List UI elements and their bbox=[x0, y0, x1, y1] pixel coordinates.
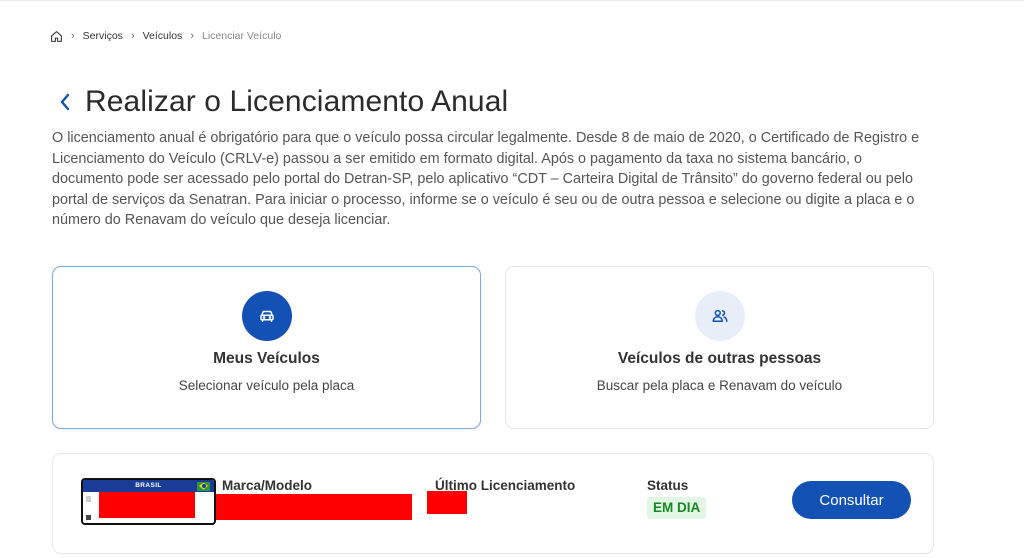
breadcrumb-separator-icon: › bbox=[190, 30, 194, 42]
redacted-plate-number bbox=[99, 492, 195, 518]
users-icon bbox=[694, 291, 745, 341]
breadcrumb-separator-icon: › bbox=[71, 30, 75, 42]
intro-text: O licenciamento anual é obrigatório para… bbox=[52, 130, 920, 228]
consult-button[interactable]: Consultar bbox=[792, 481, 911, 519]
page-title: Realizar o Licenciamento Anual bbox=[85, 85, 509, 118]
option-title: Meus Veículos bbox=[213, 350, 320, 367]
breadcrumb-separator-icon: › bbox=[130, 30, 135, 42]
redacted-model bbox=[216, 494, 412, 520]
status-badge: EM DIA bbox=[647, 497, 707, 519]
option-subtitle: Buscar pela placa e Renavam do veículo bbox=[596, 378, 843, 393]
status-label: Status bbox=[647, 478, 689, 493]
brazil-flag-icon bbox=[197, 481, 210, 491]
plate-header: BRASIL bbox=[83, 480, 214, 492]
plate-country: BRASIL bbox=[135, 482, 162, 489]
option-subtitle: Selecionar veículo pela placa bbox=[178, 378, 355, 393]
option-card-other-vehicles[interactable]: Veículos de outras pessoas Buscar pela p… bbox=[505, 266, 934, 429]
vehicle-row: BRASIL Marca/Modelo Último Licenciamento… bbox=[52, 453, 934, 554]
breadcrumb-item-servicos[interactable]: Serviços bbox=[83, 30, 123, 42]
option-title: Veículos de outras pessoas bbox=[617, 350, 822, 367]
qr-code-icon bbox=[86, 496, 91, 502]
breadcrumb-item-veiculos[interactable]: Veículos bbox=[143, 30, 183, 42]
title-row: Realizar o Licenciamento Anual bbox=[55, 82, 508, 122]
plate-mark-icon bbox=[86, 515, 91, 520]
car-icon bbox=[241, 291, 292, 341]
breadcrumb: › Serviços › Veículos › Licenciar Veícul… bbox=[50, 27, 281, 45]
home-icon[interactable] bbox=[50, 30, 63, 43]
chevron-left-icon[interactable] bbox=[55, 92, 75, 112]
redacted-last-license bbox=[427, 491, 467, 514]
top-border bbox=[0, 0, 1024, 4]
breadcrumb-item-current: Licenciar Veículo bbox=[201, 30, 282, 42]
option-card-my-vehicles[interactable]: Meus Veículos Selecionar veículo pela pl… bbox=[52, 266, 481, 429]
model-label: Marca/Modelo bbox=[222, 478, 313, 493]
